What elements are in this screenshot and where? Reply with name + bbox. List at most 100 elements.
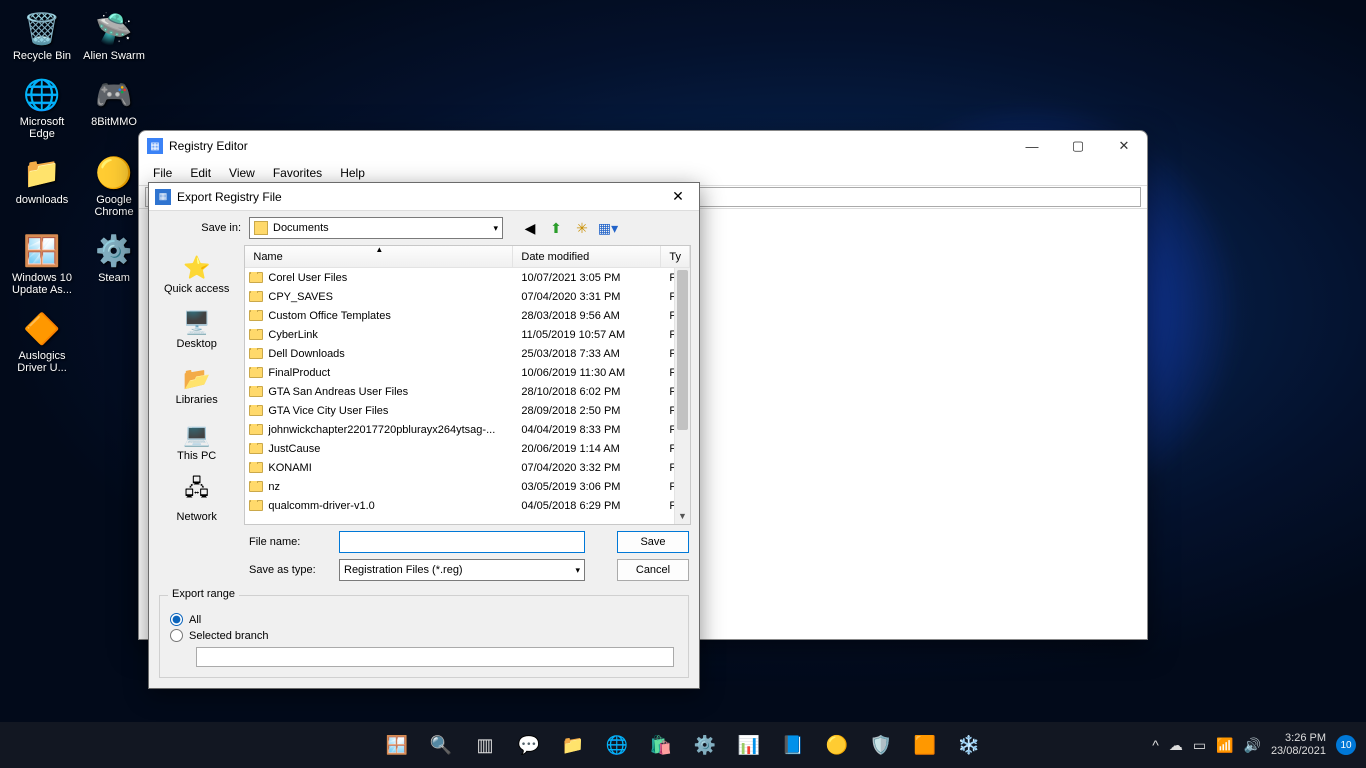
place-quick-access[interactable]: ⭐Quick access (151, 247, 243, 303)
scroll-down-icon[interactable]: ▼ (675, 508, 690, 524)
downloads-icon: 📁 (21, 152, 63, 194)
system-tray: ^ ☁ ▭ 📶 🔊 3:26 PM 23/08/2021 10 (1152, 732, 1366, 758)
desktop-icon-win10-update[interactable]: 🪟Windows 10 Update As... (6, 230, 78, 296)
task-view-button[interactable]: ▥ (465, 725, 505, 765)
col-date[interactable]: Date modified (521, 251, 589, 263)
desktop-icon-8bitmmo[interactable]: 🎮8BitMMO (78, 74, 150, 128)
file-row[interactable]: Custom Office Templates28/03/2018 9:56 A… (245, 306, 690, 325)
up-button[interactable]: ⬆ (545, 217, 567, 239)
close-button[interactable]: ✕ (663, 183, 693, 211)
file-list-header[interactable]: Name▲ Date modified Ty (245, 246, 690, 268)
file-row[interactable]: JustCause20/06/2019 1:14 AMFil (245, 439, 690, 458)
file-row[interactable]: Dell Downloads25/03/2018 7:33 AMFil (245, 344, 690, 363)
chat-button[interactable]: 💬 (509, 725, 549, 765)
new-folder-button[interactable]: ✳ (571, 217, 593, 239)
menu-favorites[interactable]: Favorites (265, 163, 330, 183)
file-row[interactable]: CyberLink11/05/2019 10:57 AMFil (245, 325, 690, 344)
desktop-icon-auslogics[interactable]: 🔶Auslogics Driver U... (6, 308, 78, 374)
export-all-radio[interactable]: All (170, 613, 678, 626)
menu-help[interactable]: Help (332, 163, 373, 183)
place-this-pc[interactable]: 💻This PC (151, 414, 243, 470)
export-selected-radio-input[interactable] (170, 629, 183, 642)
place-network[interactable]: 🖧Network (151, 469, 243, 525)
filename-combo[interactable] (339, 531, 585, 553)
file-row[interactable]: KONAMI07/04/2020 3:32 PMFil (245, 458, 690, 477)
menu-edit[interactable]: Edit (182, 163, 219, 183)
file-row[interactable]: FinalProduct10/06/2019 11:30 AMFil (245, 363, 690, 382)
scroll-thumb[interactable] (677, 270, 688, 430)
close-button[interactable]: ✕ (1101, 131, 1147, 161)
desktop-icon-downloads[interactable]: 📁downloads (6, 152, 78, 206)
app2-button[interactable]: 🟧 (905, 725, 945, 765)
back-button[interactable]: ◀ (519, 217, 541, 239)
savein-combo[interactable]: Documents ▾ (249, 217, 503, 239)
menu-view[interactable]: View (221, 163, 263, 183)
security-button[interactable]: 🛡️ (861, 725, 901, 765)
wifi-icon[interactable]: 📶 (1216, 737, 1233, 754)
app1-button[interactable]: 📊 (729, 725, 769, 765)
cancel-button[interactable]: Cancel (617, 559, 689, 581)
onedrive-icon[interactable]: ☁ (1169, 737, 1183, 754)
desktop-icons: 🗑️Recycle Bin🛸Alien Swarm🌐Microsoft Edge… (6, 6, 156, 384)
desktop-icon-microsoft-edge[interactable]: 🌐Microsoft Edge (6, 74, 78, 140)
file-explorer-button[interactable]: 📁 (553, 725, 593, 765)
export-selected-radio[interactable]: Selected branch (170, 629, 678, 642)
file-list-scrollbar[interactable]: ▲ ▼ (674, 268, 690, 524)
folder-icon (249, 386, 263, 397)
regedit-titlebar[interactable]: ▦ Registry Editor — ▢ ✕ (139, 131, 1147, 161)
search-button[interactable]: 🔍 (421, 725, 461, 765)
folder-icon (249, 462, 263, 473)
app3-button[interactable]: ❄️ (949, 725, 989, 765)
export-dialog: ▦ Export Registry File ✕ Save in: Docume… (148, 182, 700, 689)
export-all-radio-input[interactable] (170, 613, 183, 626)
folder-icon (249, 481, 263, 492)
col-name[interactable]: Name (253, 251, 282, 263)
menu-file[interactable]: File (145, 163, 180, 183)
save-button[interactable]: Save (617, 531, 689, 553)
start-button[interactable]: 🪟 (377, 725, 417, 765)
regedit-icon: ▦ (155, 189, 171, 205)
volume-icon[interactable]: 🔊 (1244, 737, 1261, 754)
place-libraries[interactable]: 📂Libraries (151, 358, 243, 414)
maximize-button[interactable]: ▢ (1055, 131, 1101, 161)
file-row[interactable]: nz03/05/2019 3:06 PMFil (245, 477, 690, 496)
folder-icon (249, 291, 263, 302)
notification-badge[interactable]: 10 (1336, 735, 1356, 755)
file-row[interactable]: GTA San Andreas User Files28/10/2018 6:0… (245, 382, 690, 401)
filename-input[interactable] (344, 536, 580, 548)
this-pc-icon: 💻 (183, 422, 210, 448)
file-row[interactable]: CPY_SAVES07/04/2020 3:31 PMFil (245, 287, 690, 306)
store-button[interactable]: 🛍️ (641, 725, 681, 765)
savein-label: Save in: (149, 222, 249, 234)
desktop-icon-recycle-bin[interactable]: 🗑️Recycle Bin (6, 8, 78, 62)
place-desktop[interactable]: 🖥️Desktop (151, 303, 243, 359)
folder-icon (249, 443, 263, 454)
tray-overflow-icon[interactable]: ^ (1152, 737, 1159, 753)
settings-button[interactable]: ⚙️ (685, 725, 725, 765)
quick-access-icon: ⭐ (183, 255, 210, 281)
file-row[interactable]: Corel User Files10/07/2021 3:05 PMFil (245, 268, 690, 287)
folder-icon (249, 367, 263, 378)
folder-icon (254, 221, 268, 235)
selected-branch-input[interactable] (196, 647, 674, 667)
regedit-icon: ▦ (147, 138, 163, 154)
edge-button[interactable]: 🌐 (597, 725, 637, 765)
view-menu-button[interactable]: ▦▾ (597, 217, 619, 239)
folder-icon (249, 348, 263, 359)
places-bar: ⭐Quick access🖥️Desktop📂Libraries💻This PC… (149, 245, 244, 525)
desktop-icon-alien-swarm[interactable]: 🛸Alien Swarm (78, 8, 150, 62)
clock-date: 23/08/2021 (1271, 745, 1326, 758)
win10-update-icon: 🪟 (21, 230, 63, 272)
savetype-combo[interactable]: Registration Files (*.reg) (339, 559, 585, 581)
minimize-button[interactable]: — (1009, 131, 1055, 161)
col-type[interactable]: Ty (669, 251, 681, 263)
file-row[interactable]: qualcomm-driver-v1.004/05/2018 6:29 PMFi… (245, 496, 690, 515)
file-row[interactable]: johnwickchapter22017720pblurayx264ytsag-… (245, 420, 690, 439)
export-titlebar[interactable]: ▦ Export Registry File ✕ (149, 183, 699, 211)
clock[interactable]: 3:26 PM 23/08/2021 (1271, 732, 1326, 758)
file-list[interactable]: Name▲ Date modified Ty Corel User Files1… (244, 245, 691, 525)
chrome-button[interactable]: 🟡 (817, 725, 857, 765)
word-button[interactable]: 📘 (773, 725, 813, 765)
battery-icon[interactable]: ▭ (1193, 737, 1206, 754)
file-row[interactable]: GTA Vice City User Files28/09/2018 2:50 … (245, 401, 690, 420)
